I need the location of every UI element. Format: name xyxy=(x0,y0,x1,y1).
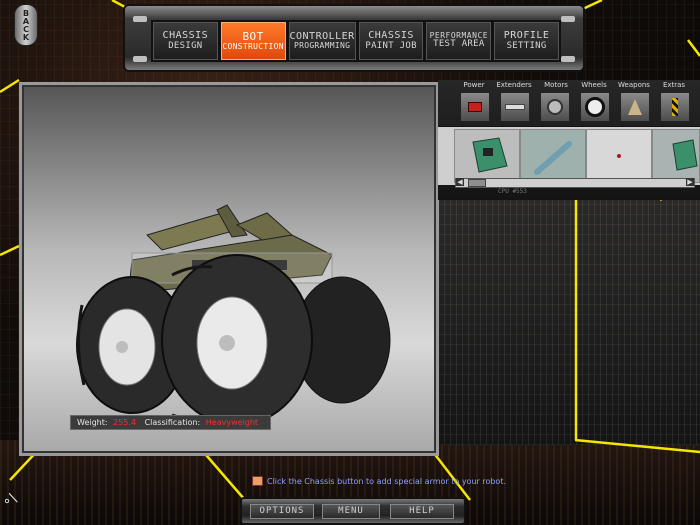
nav-led xyxy=(561,56,575,62)
nav-led xyxy=(133,56,147,62)
tab-label-line2: DESIGN xyxy=(168,40,203,51)
tab-controller-programming[interactable]: CONTROLLER PROGRAMMING xyxy=(288,22,356,60)
category-label-motors: Motors xyxy=(544,81,568,89)
extras-icon xyxy=(672,98,678,116)
extender-icon xyxy=(505,104,525,110)
scroll-right-icon[interactable]: ▶ xyxy=(686,178,694,186)
top-navigation-bar: CHASSIS DESIGN BOT CONSTRUCTION CONTROLL… xyxy=(123,4,585,72)
hint-text: Click the Chassis button to add special … xyxy=(267,476,507,486)
circuit-board-icon xyxy=(472,137,508,173)
robot-3d-viewport[interactable]: Weight: 255.4 Classification: Heavyweigh… xyxy=(19,82,439,456)
part-thumbnail-rod[interactable] xyxy=(520,129,586,183)
weapon-icon xyxy=(628,99,642,115)
menu-button[interactable]: MENU xyxy=(322,504,380,519)
bottom-menu-bar: OPTIONS MENU HELP xyxy=(240,497,466,525)
rod-icon xyxy=(534,141,572,175)
robot-model xyxy=(76,204,391,426)
back-button[interactable]: BACK xyxy=(14,4,38,46)
weight-label: Weight: xyxy=(77,418,108,427)
tab-label-line1: CHASSIS xyxy=(162,30,209,42)
wheel-bolt xyxy=(219,335,235,351)
sensor-icon xyxy=(617,154,621,158)
parts-panel: Power Extenders Motors Wheels Weapons Ex… xyxy=(438,80,700,200)
tab-chassis-design[interactable]: CHASSIS DESIGN xyxy=(153,22,218,60)
classification-label: Classification: xyxy=(144,418,201,427)
part-thumbnail-cpu[interactable] xyxy=(454,129,520,183)
classification-value: Heavyweight xyxy=(205,418,259,427)
nav-led xyxy=(561,16,575,22)
tab-bot-construction[interactable]: BOT CONSTRUCTION xyxy=(220,22,286,60)
bot-status-bar: Weight: 255.4 Classification: Heavyweigh… xyxy=(70,415,272,430)
category-label-extenders: Extenders xyxy=(496,81,532,89)
tab-profile-setting[interactable]: PROFILE SETTING xyxy=(494,22,559,60)
tab-chassis-paint-job[interactable]: CHASSIS PAINT JOB xyxy=(358,22,424,60)
part-thumbnail-board[interactable] xyxy=(652,129,700,183)
help-button[interactable]: HELP xyxy=(390,504,454,519)
category-weapons-button[interactable] xyxy=(620,92,650,122)
scrollbar-thumb[interactable] xyxy=(468,179,486,187)
wheel-bolt xyxy=(116,341,128,353)
category-extenders-button[interactable] xyxy=(500,92,530,122)
parts-scrollbar[interactable]: ◀ ▶ xyxy=(455,178,695,188)
weight-value: 255.4 xyxy=(113,418,137,427)
tab-label-line2: PAINT JOB xyxy=(365,40,417,51)
tab-performance-test-area[interactable]: PERFORMANCE TEST AREA xyxy=(426,22,492,60)
hint-icon xyxy=(252,476,263,486)
motor-icon xyxy=(547,99,563,115)
part-thumbnail-sensor[interactable] xyxy=(586,129,652,183)
tab-label-line2: CONSTRUCTION xyxy=(222,41,284,51)
circuit-board-icon xyxy=(672,139,698,171)
category-label-power: Power xyxy=(463,81,485,89)
tab-label-line2: PROGRAMMING xyxy=(293,41,351,51)
battery-icon xyxy=(468,102,482,112)
selected-part-caption: CPU #553 xyxy=(498,188,527,195)
category-label-wheels: Wheels xyxy=(581,81,607,89)
tab-label-line1: PROFILE xyxy=(503,30,550,42)
category-label-weapons: Weapons xyxy=(618,81,650,89)
nav-led xyxy=(133,16,147,22)
tab-label-line2: SETTING xyxy=(506,40,547,51)
wheel-icon xyxy=(585,97,605,117)
tab-label-line2: TEST AREA xyxy=(433,39,485,50)
category-motors-button[interactable] xyxy=(540,92,570,122)
chassis-armor-plate xyxy=(235,212,294,241)
category-extras-button[interactable] xyxy=(660,92,690,122)
scroll-left-icon[interactable]: ◀ xyxy=(456,178,464,186)
category-label-extras: Extras xyxy=(662,81,686,89)
category-wheels-button[interactable] xyxy=(580,92,610,122)
parts-thumbnail-strip xyxy=(438,126,700,185)
tab-label-line1: CHASSIS xyxy=(368,30,414,42)
category-power-button[interactable] xyxy=(460,92,490,122)
tab-label-line1: BOT xyxy=(242,30,264,44)
options-button[interactable]: OPTIONS xyxy=(250,504,314,519)
hint-bar: Click the Chassis button to add special … xyxy=(252,476,506,486)
